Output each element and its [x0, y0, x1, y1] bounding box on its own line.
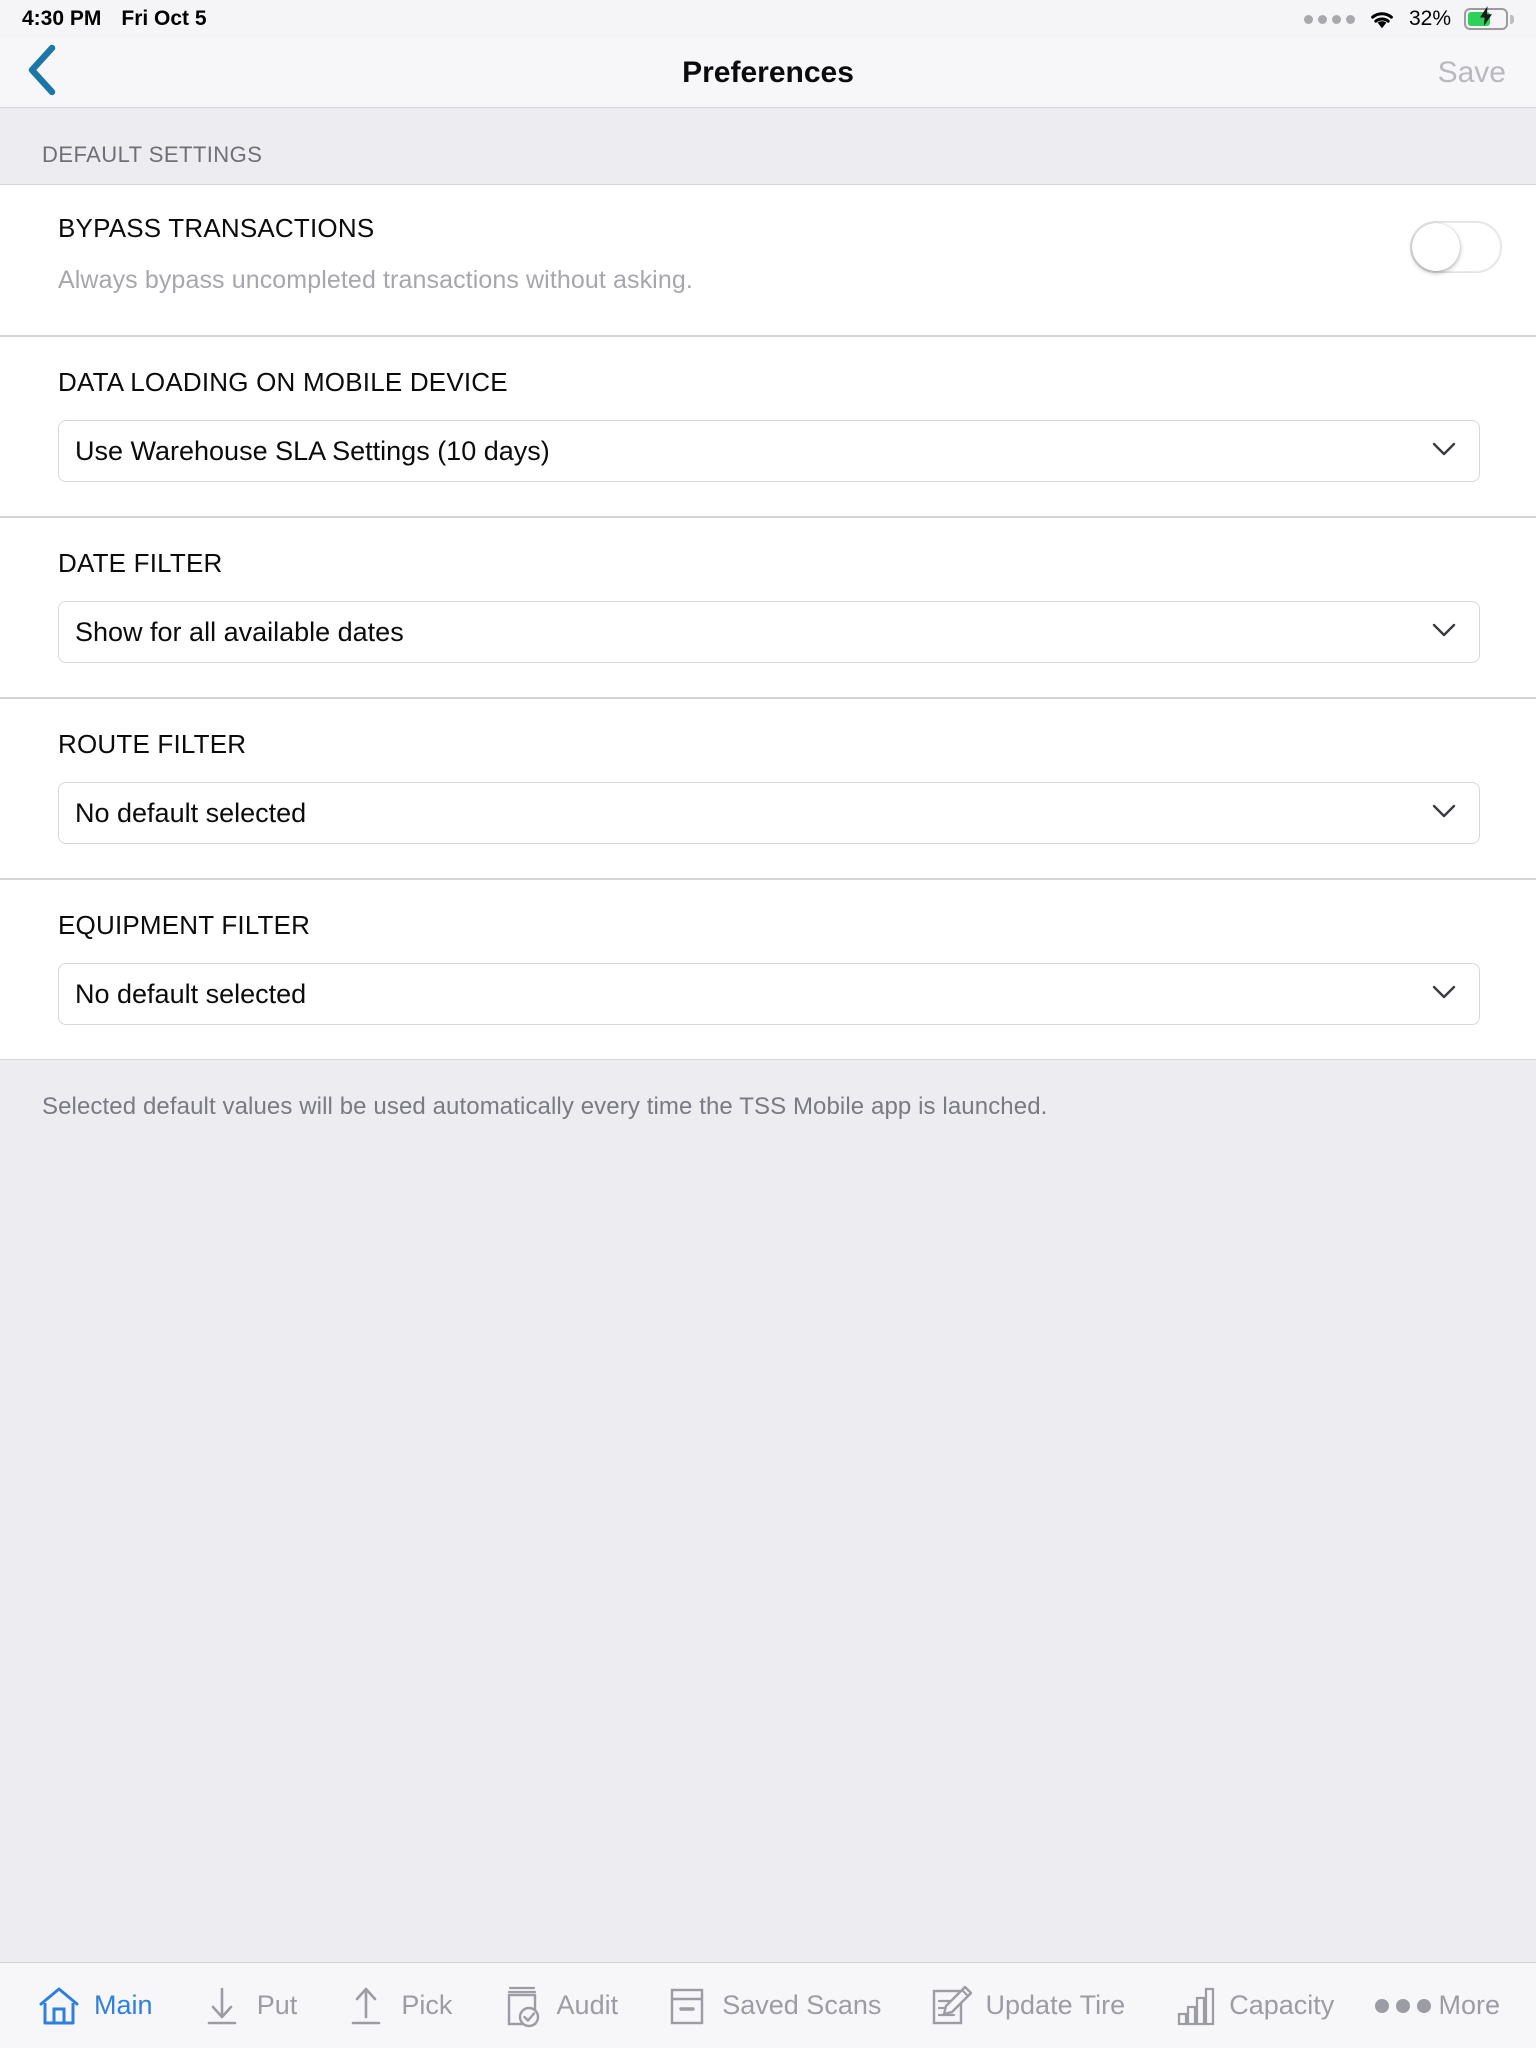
select-data-loading-value: Use Warehouse SLA Settings (10 days)	[75, 435, 550, 466]
select-date-filter[interactable]: Show for all available dates	[58, 601, 1480, 663]
label-route-filter: ROUTE FILTER	[58, 729, 247, 759]
chevron-down-icon	[1431, 441, 1457, 462]
saved-card-icon	[664, 1983, 710, 2029]
group-bypass: BYPASS TRANSACTIONS Always bypass uncomp…	[0, 184, 1536, 336]
tab-pick[interactable]: Pick	[337, 1979, 458, 2033]
back-button[interactable]	[26, 38, 72, 107]
ellipsis-icon	[1375, 1983, 1432, 2029]
tab-put[interactable]: Put	[193, 1979, 304, 2033]
label-equipment-filter: EQUIPMENT FILTER	[58, 910, 311, 940]
group-date-filter: DATE FILTER Show for all available dates	[0, 517, 1536, 698]
select-route-filter[interactable]: No default selected	[58, 782, 1480, 844]
signal-dots-icon	[1303, 14, 1355, 24]
select-equipment-filter[interactable]: No default selected	[58, 963, 1480, 1025]
row-bypass-transactions[interactable]: BYPASS TRANSACTIONS Always bypass uncomp…	[0, 185, 1536, 335]
battery-charging-icon	[1464, 6, 1514, 30]
field-date-filter: DATE FILTER Show for all available dates	[0, 518, 1536, 697]
navigation-bar: Preferences Save	[0, 38, 1536, 108]
tab-audit-label: Audit	[556, 1990, 619, 2020]
tab-main[interactable]: Main	[30, 1979, 159, 2033]
chevron-down-icon	[1431, 984, 1457, 1005]
tab-saved-scans-label: Saved Scans	[722, 1990, 882, 2020]
status-bar: 4:30 PM Fri Oct 5 32%	[0, 0, 1536, 38]
tab-update-tire-label: Update Tire	[985, 1990, 1126, 2020]
status-time: 4:30 PM	[22, 7, 102, 30]
preferences-screen: 4:30 PM Fri Oct 5 32% Preferences Save D…	[0, 0, 1536, 2048]
form-pencil-icon	[928, 1983, 974, 2029]
bypass-transactions-toggle[interactable]	[1410, 221, 1502, 273]
content-filler	[0, 1123, 1536, 1962]
tab-more[interactable]: More	[1374, 1979, 1506, 2033]
select-equipment-filter-value: No default selected	[75, 978, 307, 1009]
page-title: Preferences	[682, 55, 854, 89]
tab-more-label: More	[1438, 1990, 1500, 2020]
field-equipment-filter: EQUIPMENT FILTER No default selected	[0, 880, 1536, 1059]
bypass-subtitle: Always bypass uncompleted transactions w…	[58, 266, 693, 294]
field-route-filter: ROUTE FILTER No default selected	[0, 699, 1536, 878]
settings-content: DEFAULT SETTINGS BYPASS TRANSACTIONS Alw…	[0, 108, 1536, 1962]
label-date-filter: DATE FILTER	[58, 548, 223, 578]
tab-capacity-label: Capacity	[1229, 1990, 1335, 2020]
home-icon	[36, 1983, 82, 2029]
tab-audit[interactable]: Audit	[493, 1979, 625, 2033]
bar-chart-icon	[1171, 1983, 1217, 2029]
save-button[interactable]: Save	[1434, 50, 1510, 96]
chevron-down-icon	[1431, 622, 1457, 643]
footer-note: Selected default values will be used aut…	[42, 1093, 1048, 1120]
group-data-loading: DATA LOADING ON MOBILE DEVICE Use Wareho…	[0, 336, 1536, 517]
section-header-default-settings: DEFAULT SETTINGS	[0, 108, 1536, 184]
label-data-loading: DATA LOADING ON MOBILE DEVICE	[58, 367, 508, 397]
select-route-filter-value: No default selected	[75, 797, 307, 828]
group-route-filter: ROUTE FILTER No default selected	[0, 698, 1536, 879]
tab-put-label: Put	[256, 1990, 298, 2020]
arrow-up-icon	[343, 1983, 389, 2029]
document-check-icon	[499, 1983, 545, 2029]
wifi-icon	[1368, 9, 1396, 30]
chevron-left-icon	[26, 44, 58, 101]
chevron-down-icon	[1431, 803, 1457, 824]
tab-saved-scans[interactable]: Saved Scans	[658, 1979, 887, 2033]
status-date: Fri Oct 5	[121, 7, 207, 30]
group-equipment-filter: EQUIPMENT FILTER No default selected	[0, 879, 1536, 1060]
select-data-loading[interactable]: Use Warehouse SLA Settings (10 days)	[58, 420, 1480, 482]
tab-main-label: Main	[94, 1990, 153, 2020]
select-date-filter-value: Show for all available dates	[75, 616, 404, 647]
arrow-down-icon	[199, 1983, 245, 2029]
battery-percent: 32%	[1408, 7, 1451, 30]
field-data-loading: DATA LOADING ON MOBILE DEVICE Use Wareho…	[0, 337, 1536, 516]
tab-pick-label: Pick	[401, 1990, 453, 2020]
toggle-knob	[1412, 223, 1460, 271]
tab-update-tire[interactable]: Update Tire	[922, 1979, 1132, 2033]
bypass-title: BYPASS TRANSACTIONS	[58, 213, 375, 243]
tab-capacity[interactable]: Capacity	[1165, 1979, 1340, 2033]
tab-bar: Main Put Pick Audit Saved Scans Update T…	[0, 1962, 1536, 2048]
